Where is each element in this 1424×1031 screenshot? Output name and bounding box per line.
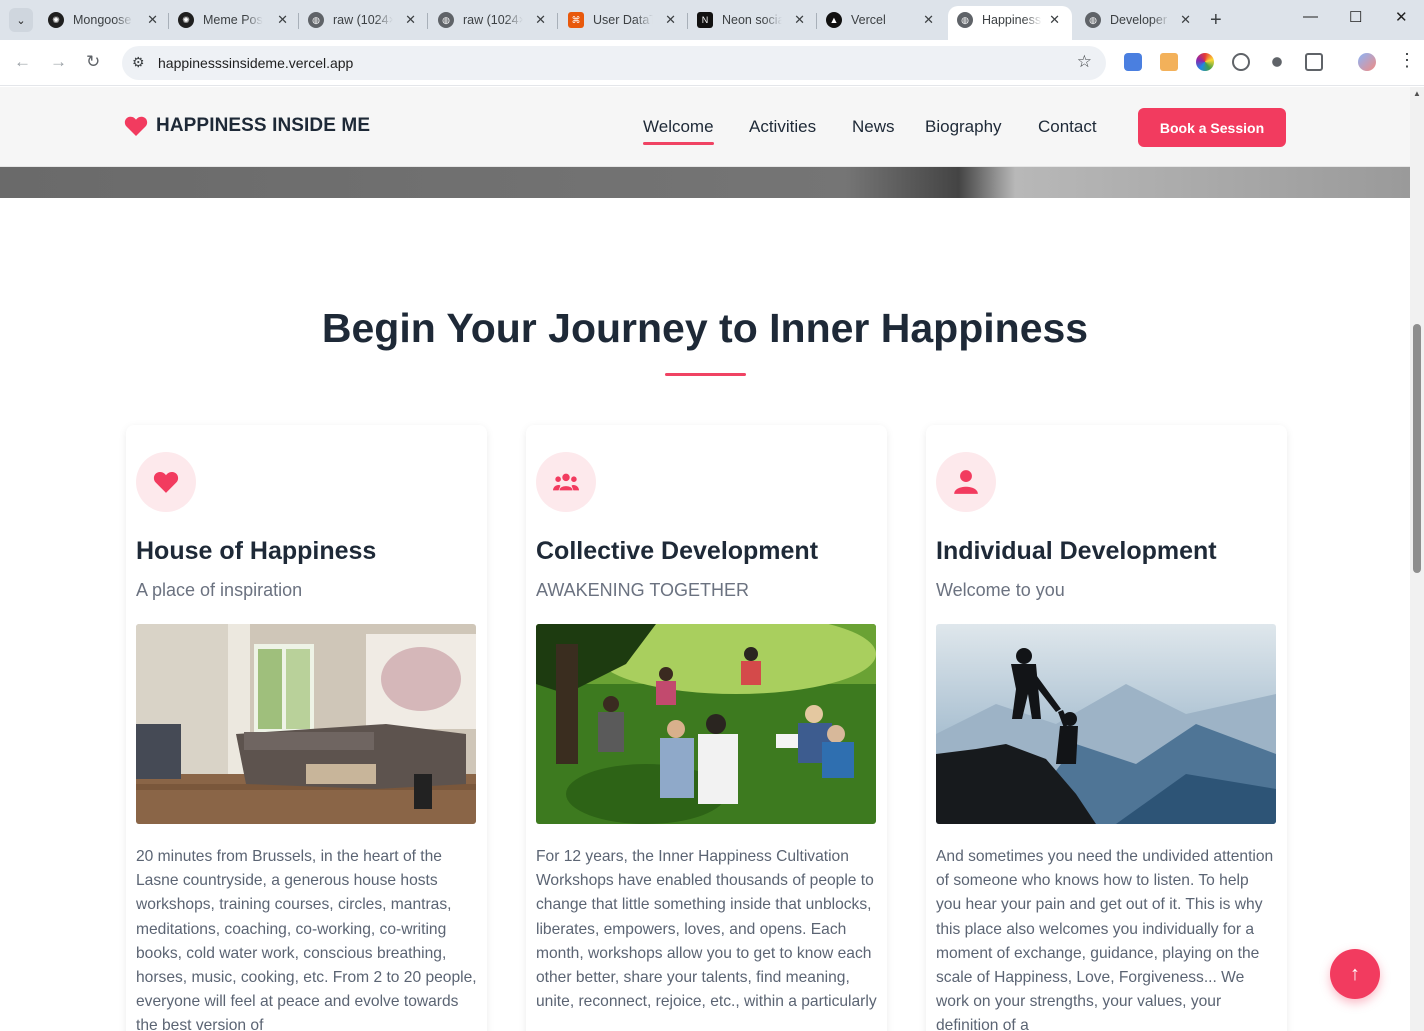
url-text[interactable]: happinesssinsideme.vercel.app — [158, 55, 353, 71]
browser-tab[interactable]: ✺ Meme Post ✕ — [178, 6, 288, 34]
bookmark-star-icon[interactable]: ☆ — [1077, 52, 1092, 72]
card-text: 20 minutes from Brussels, in the heart o… — [136, 848, 477, 1031]
close-icon[interactable]: ✕ — [405, 12, 416, 28]
card-collective-development: Collective Development AWAKENING TOGETHE… — [526, 425, 887, 1031]
nav-biography[interactable]: Biography — [925, 117, 1002, 137]
card-title: Individual Development — [936, 537, 1217, 565]
card-title: House of Happiness — [136, 537, 377, 565]
card-icon-badge — [536, 452, 596, 512]
browser-tab[interactable]: N Neon socia ✕ — [697, 6, 805, 34]
profile-avatar[interactable] — [1358, 53, 1376, 71]
forward-icon[interactable]: → — [50, 52, 67, 72]
extension-icon[interactable] — [1232, 53, 1250, 71]
bug-extension-icon[interactable] — [1268, 53, 1286, 71]
card-house-of-happiness: House of Happiness A place of inspiratio… — [126, 425, 487, 1031]
book-session-button[interactable]: Book a Session — [1138, 108, 1286, 147]
browser-tab[interactable]: ◍ raw (1024× ✕ — [438, 6, 546, 34]
tab-divider — [687, 13, 688, 29]
card-icon-badge — [136, 452, 196, 512]
card-subtitle: AWAKENING TOGETHER — [536, 580, 750, 600]
minimize-icon[interactable]: — — [1303, 8, 1318, 25]
close-icon[interactable]: ✕ — [665, 12, 676, 28]
site-info-icon[interactable]: ⚙ — [132, 54, 145, 71]
tab-divider — [298, 13, 299, 29]
brand-name: HAPPINESS INSIDE ME — [156, 115, 371, 136]
page-viewport: HAPPINESS INSIDE ME Welcome Activities N… — [0, 87, 1410, 1031]
card-subtitle: Welcome to you — [936, 580, 1065, 600]
close-icon[interactable]: ✕ — [794, 12, 805, 28]
color-picker-extension-icon[interactable] — [1196, 53, 1214, 71]
nav-contact[interactable]: Contact — [1038, 117, 1097, 137]
window-close-icon[interactable]: ✕ — [1395, 8, 1408, 26]
browser-tab[interactable]: ◍ Developer ✕ — [1085, 6, 1191, 34]
close-icon[interactable]: ✕ — [535, 12, 546, 28]
new-tab-icon[interactable]: + — [1210, 9, 1222, 32]
site-header: HAPPINESS INSIDE ME Welcome Activities N… — [0, 87, 1410, 167]
reload-icon[interactable]: ↻ — [86, 52, 100, 72]
user-icon — [954, 470, 978, 494]
nav-news[interactable]: News — [852, 117, 895, 137]
card-text: For 12 years, the Inner Happiness Cultiv… — [536, 848, 877, 1011]
postman-icon: ⌘ — [568, 12, 584, 28]
browser-tab[interactable]: ⌘ User DataT ✕ — [568, 6, 676, 34]
tab-divider — [427, 13, 428, 29]
tab-divider — [168, 13, 169, 29]
tab-divider — [816, 13, 817, 29]
close-icon[interactable]: ✕ — [277, 12, 288, 28]
globe-icon: ◍ — [957, 12, 973, 28]
card-subtitle: A place of inspiration — [136, 580, 303, 600]
users-icon — [553, 473, 579, 491]
scroll-to-top-button[interactable]: ↑ — [1330, 949, 1380, 999]
browser-toolbar: ← → ↻ ⚙ happinesssinsideme.vercel.app ☆ … — [0, 40, 1424, 86]
openai-icon: ✺ — [48, 12, 64, 28]
extensions-puzzle-icon[interactable] — [1305, 53, 1323, 71]
globe-icon: ◍ — [1085, 12, 1101, 28]
browser-tabstrip: ⌄ ✺ Mongoose ✕ ✺ Meme Post ✕ ◍ raw (1024… — [0, 0, 1424, 40]
group-circle-on-grass-photo — [536, 624, 876, 824]
nav-welcome[interactable]: Welcome — [643, 117, 714, 145]
card-individual-development: Individual Development Welcome to you An… — [926, 425, 1287, 1031]
neon-icon: N — [697, 12, 713, 28]
close-icon[interactable]: ✕ — [147, 12, 158, 28]
section-title: Begin Your Journey to Inner Happiness — [321, 305, 1089, 351]
page-scrollbar[interactable]: ▲ — [1410, 87, 1424, 1031]
nav-activities[interactable]: Activities — [749, 117, 816, 137]
site-logo[interactable]: HAPPINESS INSIDE ME — [124, 115, 370, 137]
hero-image-strip — [0, 167, 1410, 198]
browser-tab[interactable]: ▲ Vercel ✕ — [826, 6, 934, 34]
close-icon[interactable]: ✕ — [1180, 12, 1191, 28]
arrow-up-icon: ↑ — [1350, 962, 1360, 985]
extension-icon[interactable] — [1124, 53, 1142, 71]
scrollbar-thumb[interactable] — [1413, 324, 1421, 573]
card-title: Collective Development — [536, 537, 819, 565]
vercel-icon: ▲ — [826, 12, 842, 28]
helping-hand-mountain-photo — [936, 624, 1276, 824]
browser-tab[interactable]: ◍ raw (1024× ✕ — [308, 6, 416, 34]
card-icon-badge — [936, 452, 996, 512]
globe-icon: ◍ — [308, 12, 324, 28]
title-underline — [665, 373, 746, 376]
close-icon[interactable]: ✕ — [923, 12, 934, 28]
living-room-photo — [136, 624, 476, 824]
globe-icon: ◍ — [438, 12, 454, 28]
card-text: And sometimes you need the undivided att… — [936, 848, 1274, 1031]
back-icon[interactable]: ← — [14, 52, 31, 72]
heart-icon — [124, 116, 148, 136]
openai-icon: ✺ — [178, 12, 194, 28]
close-icon[interactable]: ✕ — [1049, 12, 1060, 28]
browser-menu-icon[interactable]: ⋮ — [1398, 50, 1416, 71]
tab-search-button[interactable]: ⌄ — [9, 8, 33, 32]
address-bar[interactable]: ⚙ happinesssinsideme.vercel.app ☆ — [122, 46, 1106, 80]
maximize-icon[interactable]: ☐ — [1349, 8, 1362, 26]
scroll-up-arrow-icon[interactable]: ▲ — [1413, 89, 1421, 98]
extension-icon[interactable] — [1160, 53, 1178, 71]
browser-tab[interactable]: ✺ Mongoose ✕ — [48, 6, 158, 34]
heart-icon — [153, 471, 179, 493]
browser-tab-active[interactable]: ◍ Happiness ✕ — [948, 6, 1072, 40]
tab-divider — [557, 13, 558, 29]
